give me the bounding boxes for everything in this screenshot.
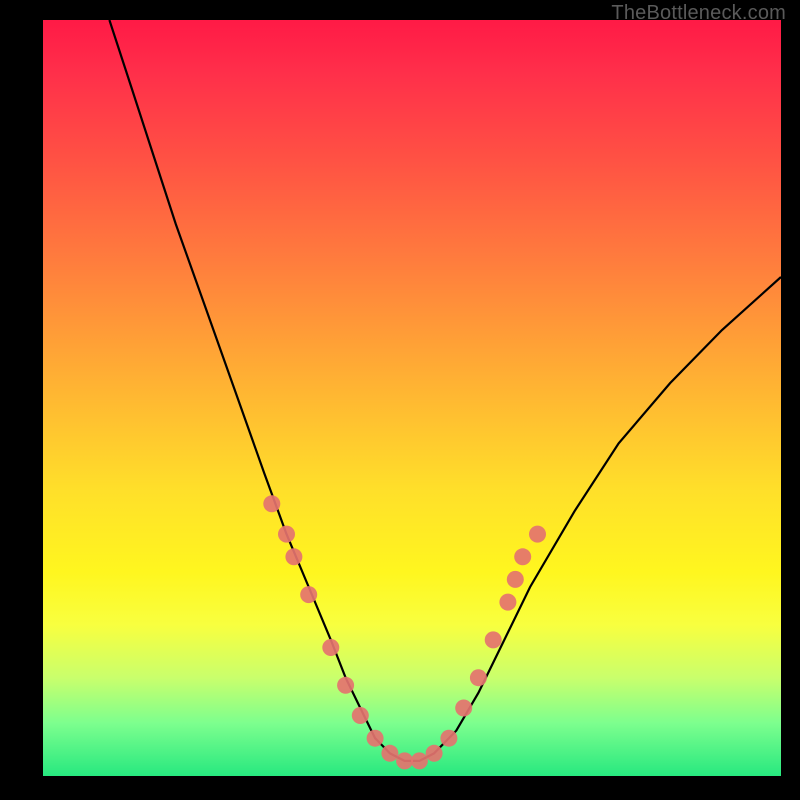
- marker-dot: [278, 526, 295, 543]
- marker-dot: [263, 495, 280, 512]
- chart-frame: TheBottleneck.com: [0, 0, 800, 800]
- chart-plot-area: [43, 20, 781, 776]
- marker-dot: [322, 639, 339, 656]
- marker-dot: [499, 594, 516, 611]
- marker-dot: [529, 526, 546, 543]
- marker-dot: [381, 745, 398, 762]
- marker-dot: [514, 548, 531, 565]
- marker-dot: [455, 700, 472, 717]
- marker-dot: [485, 631, 502, 648]
- marker-dot: [396, 752, 413, 769]
- marker-dot: [352, 707, 369, 724]
- marker-dot: [337, 677, 354, 694]
- marker-dot: [470, 669, 487, 686]
- watermark-text: TheBottleneck.com: [611, 2, 786, 25]
- marker-dot: [440, 730, 457, 747]
- marker-dot: [426, 745, 443, 762]
- curve-line: [109, 20, 781, 761]
- marker-dot: [411, 752, 428, 769]
- marker-dot: [300, 586, 317, 603]
- curve-markers: [263, 495, 546, 769]
- marker-dot: [285, 548, 302, 565]
- chart-svg: [43, 20, 781, 776]
- marker-dot: [367, 730, 384, 747]
- marker-dot: [507, 571, 524, 588]
- bottleneck-curve: [109, 20, 781, 761]
